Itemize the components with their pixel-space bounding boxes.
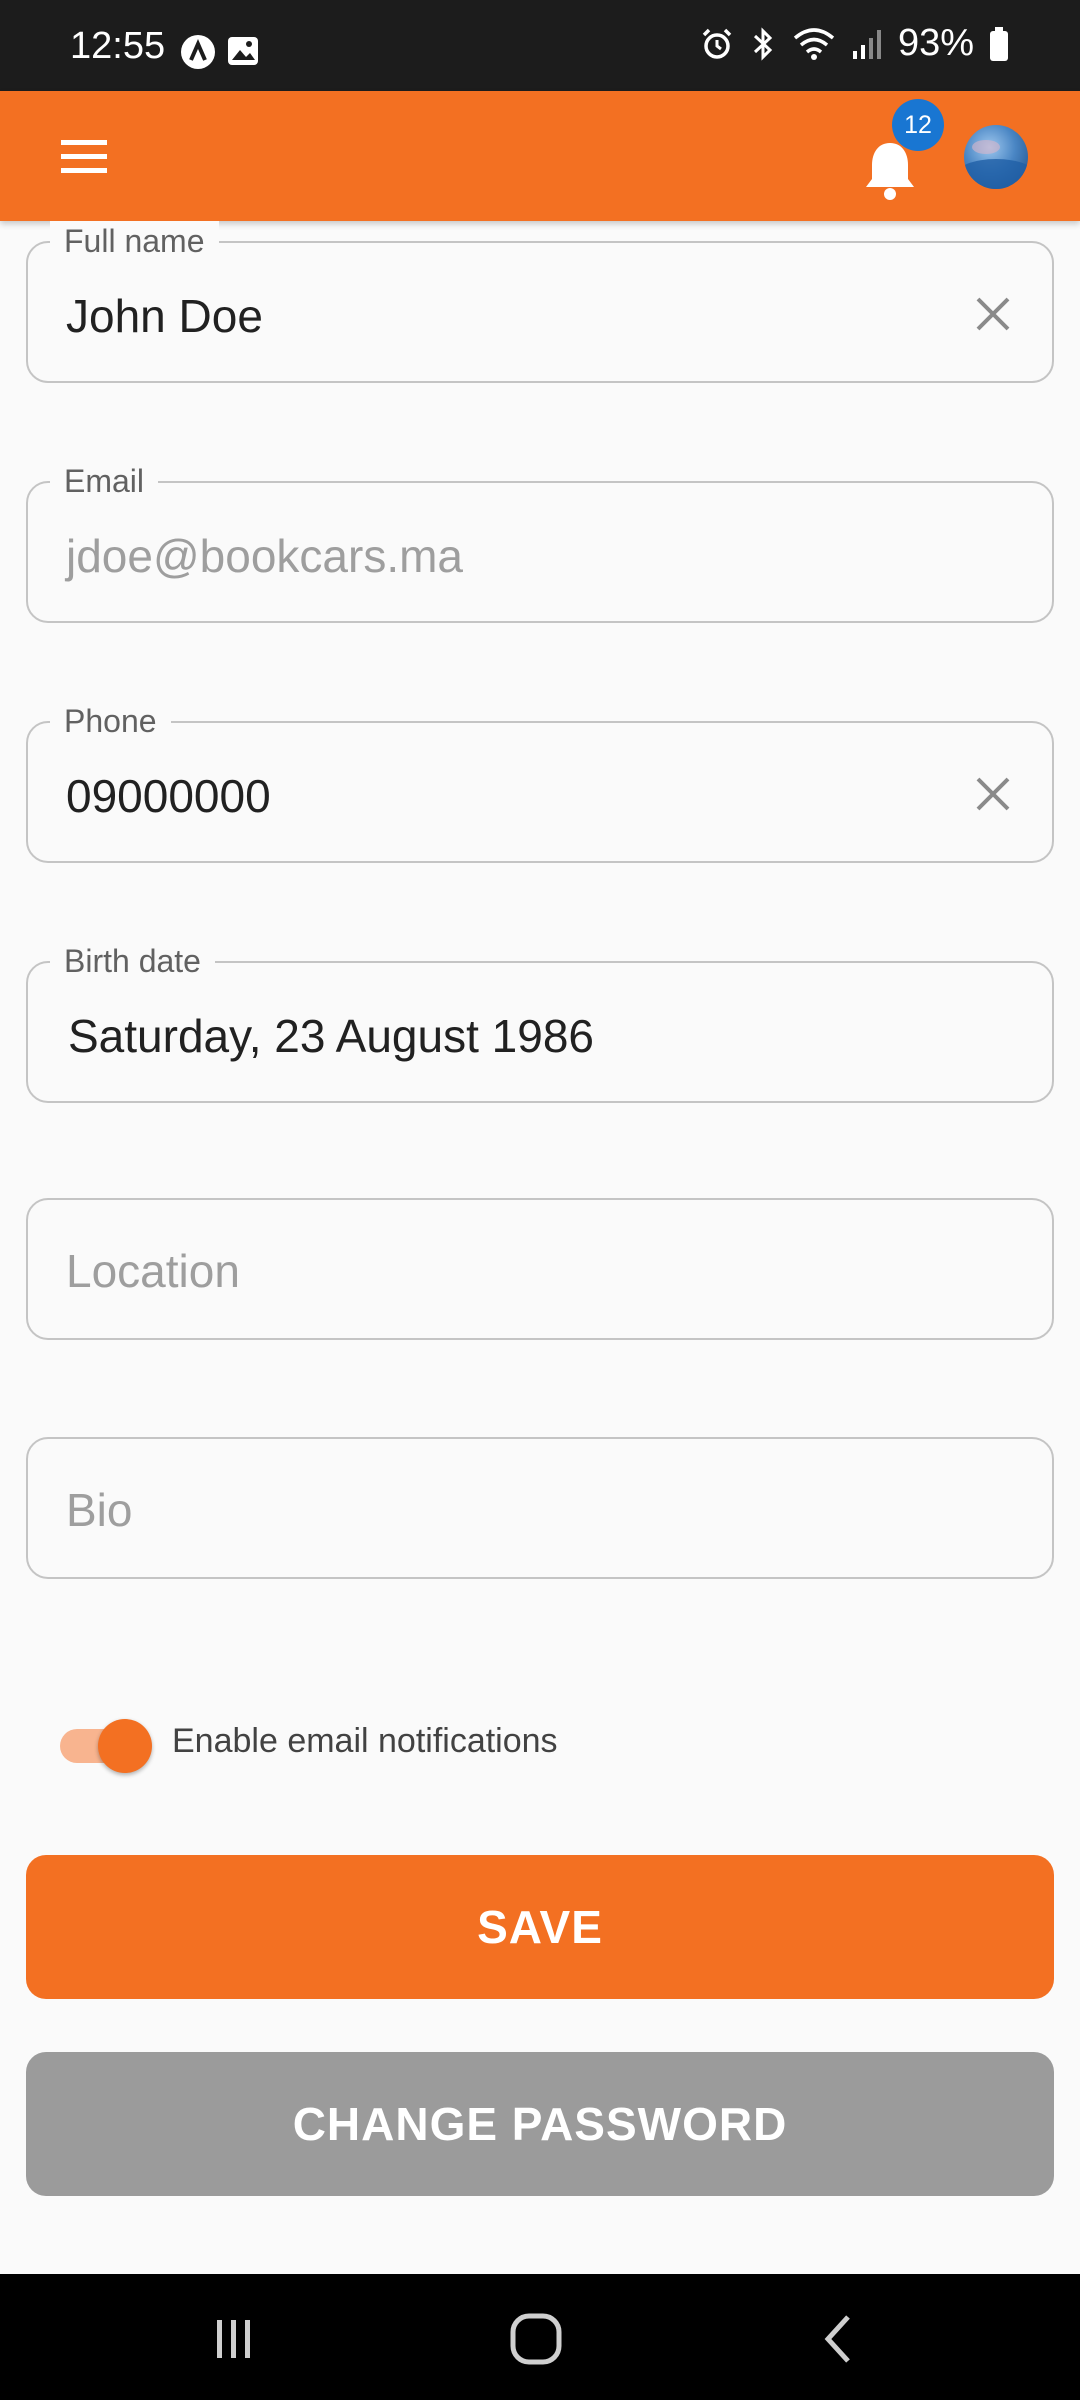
save-button[interactable]: SAVE bbox=[26, 1855, 1054, 1999]
avatar[interactable] bbox=[964, 125, 1028, 189]
phone-value[interactable]: 09000000 bbox=[66, 771, 271, 821]
location-field[interactable]: Location bbox=[26, 1198, 1054, 1340]
signal-icon bbox=[852, 29, 881, 59]
status-time: 12:55 bbox=[70, 25, 166, 67]
image-icon bbox=[228, 37, 258, 65]
full-name-value[interactable]: John Doe bbox=[66, 291, 263, 341]
back-button[interactable] bbox=[778, 2294, 898, 2384]
menu-button[interactable] bbox=[40, 121, 128, 191]
full-name-label: Full name bbox=[50, 221, 219, 261]
menu-icon bbox=[61, 140, 107, 173]
bio-placeholder[interactable]: Bio bbox=[66, 1485, 132, 1535]
close-icon[interactable] bbox=[970, 291, 1016, 337]
full-name-field[interactable]: Full name John Doe bbox=[26, 221, 1054, 383]
home-button[interactable] bbox=[476, 2294, 596, 2384]
bio-field[interactable]: Bio bbox=[26, 1437, 1054, 1579]
avatar-image bbox=[964, 140, 1028, 189]
birth-date-label: Birth date bbox=[50, 941, 215, 981]
recents-button[interactable] bbox=[174, 2294, 294, 2384]
status-bar: 12:55 93% bbox=[0, 0, 1080, 91]
status-right: 93% bbox=[700, 22, 1010, 65]
app-bar: 12 bbox=[0, 91, 1080, 221]
app-notification-icon bbox=[181, 35, 215, 69]
birth-date-field[interactable]: Birth date Saturday, 23 August 1986 bbox=[26, 941, 1054, 1103]
close-icon[interactable] bbox=[970, 771, 1016, 817]
email-value: jdoe@bookcars.ma bbox=[66, 530, 463, 582]
notifications-button[interactable]: 12 bbox=[850, 99, 950, 211]
email-label: Email bbox=[50, 461, 159, 501]
email-field: Email jdoe@bookcars.ma bbox=[26, 461, 1054, 623]
email-notifications-label: Enable email notifications bbox=[172, 1721, 558, 1760]
birth-date-value[interactable]: Saturday, 23 August 1986 bbox=[68, 1011, 594, 1061]
system-nav-bar bbox=[0, 2274, 1080, 2400]
recents-icon bbox=[217, 2320, 250, 2358]
location-placeholder[interactable]: Location bbox=[66, 1246, 240, 1296]
status-left-icons bbox=[180, 34, 260, 70]
back-icon bbox=[824, 2315, 850, 2363]
notification-badge: 12 bbox=[892, 99, 944, 151]
phone-field[interactable]: Phone 09000000 bbox=[26, 701, 1054, 863]
bluetooth-icon bbox=[753, 26, 773, 61]
toggle-thumb bbox=[98, 1719, 152, 1773]
home-icon bbox=[510, 2313, 562, 2365]
phone-label: Phone bbox=[50, 701, 171, 741]
change-password-button[interactable]: CHANGE PASSWORD bbox=[26, 2052, 1054, 2196]
alarm-icon bbox=[702, 28, 732, 59]
battery-icon bbox=[990, 26, 1008, 61]
battery-percent: 93% bbox=[897, 22, 974, 64]
email-notifications-row: Enable email notifications bbox=[56, 1711, 558, 1773]
wifi-icon bbox=[793, 27, 835, 60]
email-notifications-toggle[interactable] bbox=[56, 1711, 152, 1773]
